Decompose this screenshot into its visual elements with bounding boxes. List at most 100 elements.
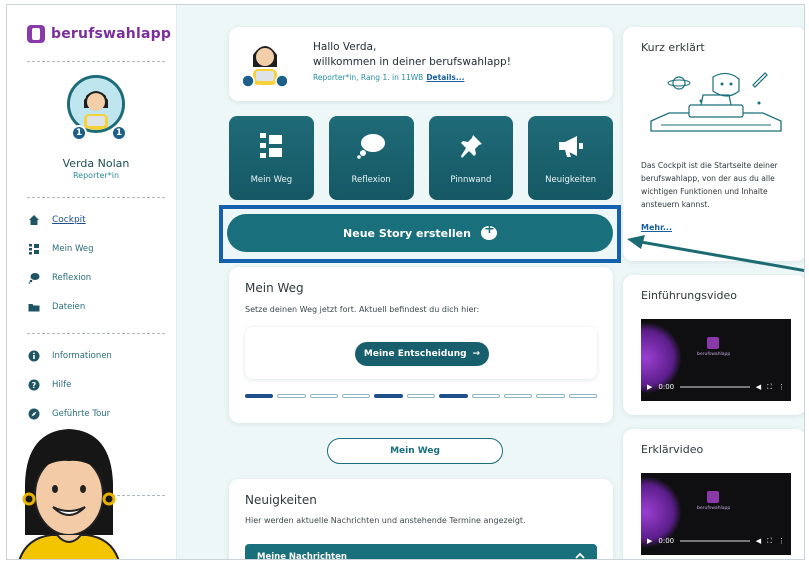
- sidebar-item-label: Cockpit: [52, 214, 86, 225]
- details-link[interactable]: Details...: [426, 73, 464, 82]
- card-title: Mein Weg: [245, 281, 304, 295]
- kurz-erklaert-text: Das Cockpit ist die Startseite deiner be…: [641, 161, 778, 209]
- path-icon: [229, 132, 314, 160]
- info-icon: [27, 349, 40, 362]
- video-controls: ▶ 0:00 ◀ ⛶ ⋮: [641, 373, 791, 401]
- tile-neuigkeiten[interactable]: Neuigkeiten: [528, 116, 613, 200]
- compass-icon: [27, 407, 40, 420]
- chat-bubble-icon: [27, 271, 40, 284]
- greeting-rank: Reporter*in, Rang 1. in 11WB Details...: [313, 73, 464, 82]
- tile-label: Reflexion: [351, 175, 391, 185]
- new-story-button[interactable]: Neue Story erstellen: [227, 214, 613, 252]
- video-time: 0:00: [658, 383, 675, 391]
- new-story-label: Neue Story erstellen: [343, 226, 471, 240]
- progress-segment: [245, 394, 274, 398]
- add-chat-icon: [480, 222, 497, 240]
- video-logo-icon: [707, 337, 719, 349]
- play-icon[interactable]: ▶: [647, 537, 652, 545]
- card-description: Setze deinen Weg jetzt fort. Aktuell bef…: [245, 305, 480, 314]
- mein-weg-button[interactable]: Mein Weg: [327, 438, 503, 464]
- brand-logo[interactable]: berufswahlapp: [27, 25, 171, 43]
- video-progress-bar[interactable]: [680, 540, 750, 542]
- greeting-title: Hallo Verda,: [313, 41, 377, 53]
- sidebar-item-hilfe[interactable]: ? Hilfe: [27, 370, 167, 399]
- rank-badge-left: 1: [71, 125, 87, 141]
- progress-segment: [568, 394, 597, 398]
- app-frame: berufswahlapp 1 1 Verda Nolan Reporter*i…: [6, 4, 805, 560]
- sidebar-item-label: Reflexion: [52, 272, 92, 283]
- sidebar-item-reflexion[interactable]: Reflexion: [27, 263, 167, 292]
- card-title: Erklärvideo: [641, 443, 704, 456]
- video-progress-bar[interactable]: [680, 386, 750, 388]
- sidebar-item-mein-weg[interactable]: Mein Weg: [27, 234, 167, 263]
- rank-text: Reporter*in, Rang 1. in 11WB: [313, 73, 424, 82]
- card-title: Neuigkeiten: [245, 493, 317, 507]
- megaphone-icon: [528, 132, 613, 160]
- video-logo-text: berufswahlapp: [697, 352, 731, 357]
- divider: [27, 197, 165, 198]
- tile-mein-weg[interactable]: Mein Weg: [229, 116, 314, 200]
- pushpin-icon: [429, 132, 514, 160]
- path-icon: [27, 242, 40, 255]
- tile-label: Pinnwand: [450, 175, 492, 185]
- greeting-card: Hallo Verda, willkommen in deiner berufs…: [229, 27, 613, 101]
- sidebar-item-label: Geführte Tour: [52, 408, 111, 419]
- quick-tiles: Mein Weg Reflexion Pinnwand Neuigkeiten: [229, 116, 613, 200]
- user-role: Reporter*in: [72, 171, 120, 180]
- sidebar-item-label: Mein Weg: [52, 243, 94, 254]
- card-title: Kurz erklärt: [641, 41, 705, 54]
- card-description: Hier werden aktuelle Nachrichten und ans…: [245, 516, 526, 525]
- button-label: Meine Entscheidung: [363, 349, 467, 359]
- sidebar-item-label: Informationen: [52, 350, 112, 361]
- volume-icon[interactable]: ◀: [756, 383, 761, 391]
- video-player[interactable]: berufswahlapp ▶ 0:00 ◀ ⛶ ⋮: [641, 319, 791, 401]
- sidebar-item-label: Dateien: [52, 301, 86, 312]
- sidebar-nav-secondary: Informationen ? Hilfe Geführte Tour: [27, 341, 167, 428]
- fullscreen-icon[interactable]: ⛶: [767, 537, 772, 546]
- sidebar-item-dateien[interactable]: Dateien: [27, 292, 167, 321]
- meine-entscheidung-button[interactable]: Meine Entscheidung →: [355, 342, 489, 366]
- sidebar-item-label: Hilfe: [52, 379, 72, 390]
- arrow-right-icon: →: [472, 349, 481, 359]
- greeting-avatar: [241, 37, 289, 89]
- play-icon[interactable]: ▶: [647, 383, 652, 391]
- right-column: Kurz erklärt Das Cockpit ist die Startse…: [623, 5, 804, 559]
- tile-label: Mein Weg: [250, 175, 293, 185]
- current-step-panel: Meine Entscheidung →: [245, 327, 597, 379]
- video-time: 0:00: [658, 537, 675, 545]
- mein-weg-card: Mein Weg Setze deinen Weg jetzt fort. Ak…: [229, 267, 613, 423]
- folder-icon: [27, 300, 40, 313]
- more-options-icon[interactable]: ⋮: [778, 537, 785, 545]
- video-player[interactable]: berufswahlapp ▶ 0:00 ◀ ⛶ ⋮: [641, 473, 791, 555]
- card-title: Einführungsvideo: [641, 289, 738, 302]
- divider: [27, 333, 165, 334]
- sidebar-item-cockpit[interactable]: Cockpit: [27, 205, 167, 234]
- greeting-welcome: willkommen in deiner berufswahlapp!: [313, 56, 511, 68]
- thought-bubble-icon: [329, 132, 414, 160]
- tile-pinnwand[interactable]: Pinnwand: [428, 116, 514, 200]
- progress-segment: [536, 394, 565, 398]
- progress-segment: [439, 394, 468, 398]
- home-icon: [27, 213, 40, 226]
- path-progress: [245, 394, 597, 398]
- video-controls: ▶ 0:00 ◀ ⛶ ⋮: [641, 527, 791, 555]
- brand-name: berufswahlapp: [51, 26, 172, 42]
- meine-nachrichten-accordion[interactable]: Meine Nachrichten: [245, 544, 597, 559]
- progress-segment: [342, 394, 371, 398]
- tile-reflexion[interactable]: Reflexion: [328, 116, 414, 200]
- sidebar-item-informationen[interactable]: Informationen: [27, 341, 167, 370]
- neuigkeiten-card: Neuigkeiten Hier werden aktuelle Nachric…: [229, 479, 613, 559]
- erklaervideo-card: Erklärvideo berufswahlapp ▶ 0:00 ◀ ⛶ ⋮: [623, 429, 804, 559]
- video-logo-icon: [707, 491, 719, 503]
- cockpit-illustration: [641, 65, 791, 165]
- video-logo-text: berufswahlapp: [697, 506, 731, 511]
- volume-icon[interactable]: ◀: [756, 537, 761, 545]
- more-options-icon[interactable]: ⋮: [778, 383, 785, 391]
- logo-icon: [27, 25, 45, 43]
- guide-character: [7, 423, 137, 559]
- tile-label: Neuigkeiten: [545, 175, 597, 185]
- divider: [27, 61, 165, 62]
- fullscreen-icon[interactable]: ⛶: [767, 383, 772, 392]
- svg-text:?: ?: [31, 381, 36, 390]
- progress-segment: [471, 394, 500, 398]
